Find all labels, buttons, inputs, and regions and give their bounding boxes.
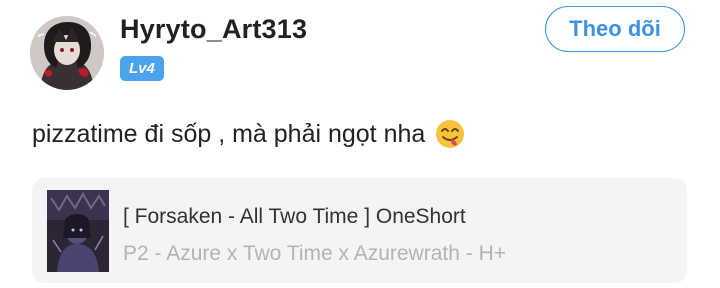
level-badge: Lv4 <box>120 56 164 81</box>
follow-button[interactable]: Theo dõi <box>545 6 685 52</box>
username[interactable]: Hyryto_Art313 <box>120 14 307 45</box>
post-text: pizzatime đi sốp , mà phải ngọt nha <box>32 119 465 149</box>
yum-face-icon <box>435 119 465 149</box>
story-title: [ Forsaken - All Two Time ] OneShort <box>123 205 466 228</box>
linked-story-card[interactable]: [ Forsaken - All Two Time ] OneShort P2 … <box>32 178 687 283</box>
avatar-image <box>30 16 104 90</box>
post-text-content: pizzatime đi sốp , mà phải ngọt nha <box>32 119 426 148</box>
post-page: Hyryto_Art313 Lv4 Theo dõi pizzatime đi … <box>0 0 720 288</box>
avatar[interactable] <box>30 16 104 90</box>
story-cover-image <box>47 190 109 272</box>
story-subtitle: P2 - Azure x Two Time x Azurewrath - H+ <box>123 242 507 265</box>
